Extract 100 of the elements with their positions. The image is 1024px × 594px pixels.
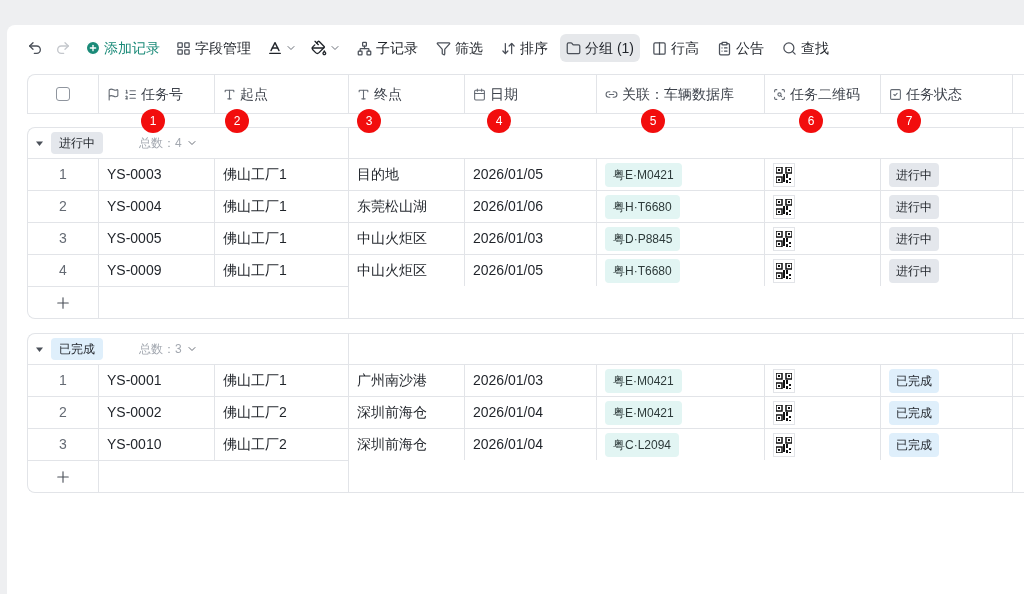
column-header[interactable]: 关联：车辆数据库 [622,83,734,105]
vehicle-tag[interactable]: 粤H·T6680 [605,194,680,219]
toolbar-button[interactable]: 行高 [646,34,705,62]
folder-icon [566,40,581,56]
sort-icon [501,40,516,56]
number-marker: 5 [641,109,665,133]
row-number: 1 [58,371,68,390]
qr-code-icon [773,226,795,251]
status-tag: 已完成 [889,368,939,393]
table-cell-text: 佛山工厂1 [223,165,287,184]
qr-code-icon [773,194,795,219]
table-cell-text: 2026/01/06 [473,197,544,216]
table-cell-text: YS-0004 [107,197,162,216]
select-all-checkbox[interactable] [56,87,70,101]
group-tag: 已完成 [51,338,103,360]
number-marker: 7 [897,109,921,133]
column-header[interactable]: 任务状态 [906,83,962,105]
group-count: 总数：3 [139,341,182,358]
grid-icon [176,40,191,56]
toolbar-button[interactable]: 排序 [495,34,554,62]
column-header[interactable]: 任务号 [141,83,183,105]
field-type-icon [889,87,902,101]
undo-icon[interactable] [27,40,43,56]
number-marker: 3 [357,109,381,133]
search-icon [782,40,797,56]
table-cell-text: 中山火炬区 [357,261,427,280]
number-marker: 1 [141,109,165,133]
numbered-list-icon [124,87,137,101]
field-type-icon [773,87,786,101]
table-cell-text: 佛山工厂1 [223,371,287,390]
vehicle-tag[interactable]: 粤E·M0421 [605,162,682,187]
row-number: 2 [58,197,68,216]
table-cell-text: 2026/01/03 [473,229,544,248]
clipboard-icon [717,40,732,56]
table-cell-text: 东莞松山湖 [357,197,427,216]
table-cell-text: 佛山工厂2 [223,435,287,454]
table-cell-text: 广州南沙港 [357,371,427,390]
number-marker: 4 [487,109,511,133]
column-header[interactable]: 日期 [490,83,518,105]
status-tag: 已完成 [889,432,939,457]
column-header[interactable]: 终点 [374,83,402,105]
row-number: 2 [58,403,68,422]
row-number: 4 [58,261,68,280]
toolbar-button[interactable]: 分组 (1) [560,34,640,62]
paint-bucket-icon [311,40,327,56]
field-type-icon [473,87,486,101]
table-cell-text: 2026/01/03 [473,371,544,390]
table-cell-text: 佛山工厂1 [223,229,287,248]
table-cell-text: 佛山工厂1 [223,261,287,280]
toolbar-button[interactable]: 筛选 [430,34,489,62]
hierarchy-icon [357,40,372,56]
collapse-caret-icon[interactable] [36,139,43,147]
toolbar-button[interactable]: 子记录 [351,34,424,62]
table-cell-text: 佛山工厂2 [223,403,287,422]
table-cell-text: 2026/01/04 [473,435,544,454]
vehicle-tag[interactable]: 粤C·L2094 [605,432,680,457]
qr-code-icon [773,432,795,457]
column-header[interactable]: 任务二维码 [790,83,860,105]
table-cell-text: 目的地 [357,165,399,184]
text-color-icon [267,40,283,56]
filter-icon [436,40,451,56]
table-cell-text: YS-0010 [107,435,162,454]
table-cell-text: YS-0002 [107,403,162,422]
row-number: 1 [58,165,68,184]
add-record-button[interactable]: 添加记录 [81,34,164,62]
table-cell-text: YS-0005 [107,229,162,248]
flag-icon [107,87,120,101]
table-cell-text: 2026/01/05 [473,165,544,184]
qr-code-icon [773,368,795,393]
vehicle-tag[interactable]: 粤E·M0421 [605,368,682,393]
table-cell-text: 2026/01/04 [473,403,544,422]
status-tag: 进行中 [889,258,939,283]
status-tag: 进行中 [889,226,939,251]
qr-code-icon [773,162,795,187]
toolbar-button[interactable]: 查找 [776,34,835,62]
vehicle-tag[interactable]: 粤H·T6680 [605,258,680,283]
row-number: 3 [58,229,68,248]
toolbar-button[interactable]: 字段管理 [170,34,257,62]
table-cell-text: 深圳前海仓 [357,435,427,454]
collapse-caret-icon[interactable] [36,345,43,353]
table-cell-text: 中山火炬区 [357,229,427,248]
status-tag: 进行中 [889,162,939,187]
status-tag: 已完成 [889,400,939,425]
columns-icon [652,40,667,56]
qr-code-icon [773,400,795,425]
table-cell-text: 佛山工厂1 [223,197,287,216]
group-tag: 进行中 [51,132,103,154]
table-cell-text: YS-0003 [107,165,162,184]
vehicle-tag[interactable]: 粤E·M0421 [605,400,682,425]
plus-circle-icon [85,40,101,56]
qr-code-icon [773,258,795,283]
vehicle-tag[interactable]: 粤D·P8845 [605,226,681,251]
number-marker: 2 [225,109,249,133]
field-type-icon [223,87,236,101]
row-number: 3 [58,435,68,454]
status-tag: 进行中 [889,194,939,219]
field-type-icon [357,87,370,101]
toolbar-button[interactable]: 公告 [711,34,770,62]
table-cell-text: 2026/01/05 [473,261,544,280]
column-header[interactable]: 起点 [240,83,268,105]
